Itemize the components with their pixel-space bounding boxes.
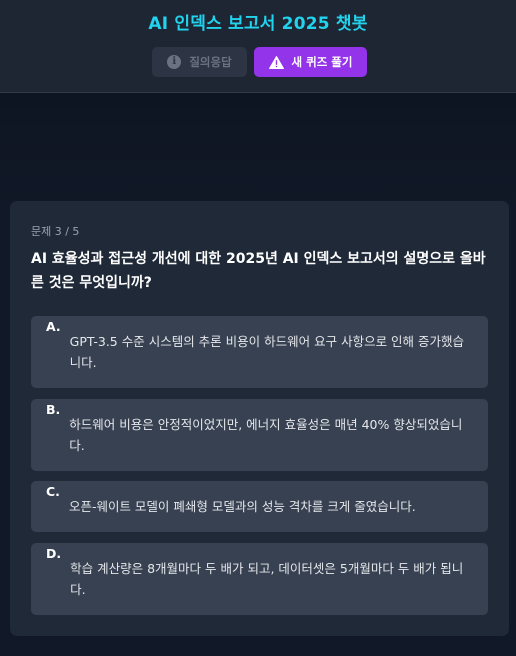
new-quiz-button[interactable]: 새 퀴즈 풀기 xyxy=(254,47,367,77)
option-text: 하드웨어 비용은 안정적이었지만, 에너지 효율성은 매년 40% 향상되었습니… xyxy=(69,417,463,453)
option-text: 오픈-웨이트 모델이 폐쇄형 모델과의 성능 격차를 크게 줄였습니다. xyxy=(68,499,416,514)
option-letter: C. xyxy=(46,484,60,499)
option-text: 학습 계산량은 8개월마다 두 배가 되고, 데이터셋은 5개월마다 두 배가 … xyxy=(70,561,464,597)
option-letter: B. xyxy=(46,402,61,417)
question-text: AI 효율성과 접근성 개선에 대한 2025년 AI 인덱스 보고서의 설명으… xyxy=(31,251,486,291)
option-letter: D. xyxy=(46,546,62,561)
option-letter: A. xyxy=(46,319,61,334)
new-quiz-button-label: 새 퀴즈 풀기 xyxy=(291,55,353,69)
option-c[interactable]: C. 오픈-웨이트 모델이 폐쇄형 모델과의 성능 격차를 크게 줄였습니다. xyxy=(31,481,488,532)
quiz-card: 문제 3 / 5 AI 효율성과 접근성 개선에 대한 2025년 AI 인덱스… xyxy=(10,201,509,636)
option-text: GPT-3.5 수준 시스템의 추론 비용이 하드웨어 요구 사항으로 인해 증… xyxy=(69,334,465,370)
info-circle-icon: i xyxy=(167,55,182,69)
question-counter: 문제 3 / 5 xyxy=(31,225,80,238)
app-title: AI 인덱스 보고서 2025 챗봇 xyxy=(148,14,368,34)
option-d[interactable]: D. 학습 계산량은 8개월마다 두 배가 되고, 데이터셋은 5개월마다 두 … xyxy=(31,543,488,615)
option-b[interactable]: B. 하드웨어 비용은 안정적이었지만, 에너지 효율성은 매년 40% 향상되… xyxy=(31,399,488,471)
qa-button[interactable]: i 질의응답 xyxy=(152,47,247,77)
qa-button-label: 질의응답 xyxy=(189,55,232,69)
warning-triangle-icon xyxy=(268,55,284,69)
app-header: AI 인덱스 보고서 2025 챗봇 i 질의응답 새 퀴즈 풀기 xyxy=(0,0,516,93)
option-a[interactable]: A. GPT-3.5 수준 시스템의 추론 비용이 하드웨어 요구 사항으로 인… xyxy=(31,316,488,388)
